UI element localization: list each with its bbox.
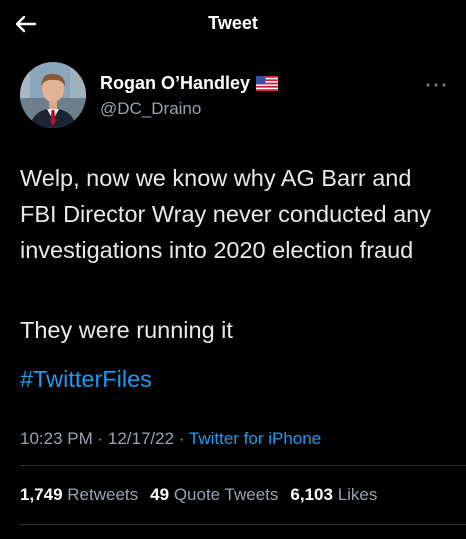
engagement-stats: 1,749 Retweets 49 Quote Tweets 6,103 Likes	[20, 485, 389, 505]
retweets-stat[interactable]: 1,749 Retweets	[20, 485, 138, 504]
likes-label: Likes	[337, 485, 378, 504]
author-handle[interactable]: @DC_Draino	[100, 99, 201, 119]
author-display-name[interactable]: Rogan O’Handley	[100, 73, 279, 96]
meta-separator: ·	[174, 429, 189, 448]
quote-tweets-label: Quote Tweets	[173, 485, 279, 504]
tweet-metadata: 10:23 PM · 12/17/22 · Twitter for iPhone	[20, 429, 321, 449]
retweets-count: 1,749	[20, 485, 63, 504]
tweet-source-link[interactable]: Twitter for iPhone	[189, 429, 321, 448]
meta-separator: ·	[92, 429, 108, 448]
hashtag-link[interactable]: #TwitterFiles	[20, 361, 152, 397]
quote-tweets-count: 49	[150, 485, 170, 504]
tweet-text-second-paragraph: They were running it	[20, 317, 233, 343]
retweets-label: Retweets	[67, 485, 139, 504]
likes-count: 6,103	[290, 485, 333, 504]
tweet-text: Welp, now we know why AG Barr and FBI Di…	[20, 165, 431, 263]
more-horizontal-icon	[426, 83, 446, 87]
more-options-button[interactable]	[424, 78, 448, 90]
divider	[20, 524, 466, 525]
page-title: Tweet	[208, 13, 258, 33]
profile-photo	[20, 62, 86, 128]
tweet-time: 10:23 PM	[20, 429, 93, 448]
divider	[20, 465, 466, 466]
quote-tweets-stat[interactable]: 49 Quote Tweets	[150, 485, 278, 504]
us-flag-icon	[256, 75, 279, 96]
tweet-date: 12/17/22	[107, 429, 175, 448]
avatar[interactable]	[20, 62, 86, 128]
top-bar: Tweet	[0, 0, 466, 48]
likes-stat[interactable]: 6,103 Likes	[290, 485, 377, 504]
author-name-text: Rogan O’Handley	[100, 73, 251, 93]
